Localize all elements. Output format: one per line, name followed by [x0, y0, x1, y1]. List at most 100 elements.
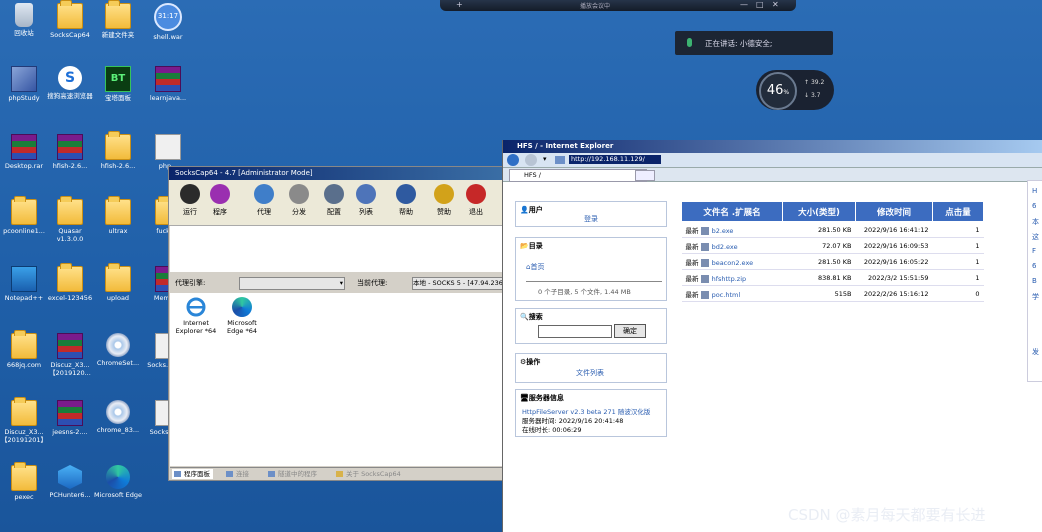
- desktop-icon[interactable]: SocksCap64: [46, 0, 94, 39]
- search-submit-button[interactable]: 确定: [614, 324, 646, 338]
- desktop-icon[interactable]: php...: [144, 134, 192, 170]
- desktop-icon-label: pexec: [14, 493, 34, 501]
- download-speed: ↓ 3.7: [804, 92, 821, 99]
- toolbar-button-8[interactable]: 赞助: [427, 184, 461, 217]
- desktop-icon[interactable]: Microsoft Edge: [94, 465, 142, 499]
- back-icon[interactable]: [507, 154, 519, 166]
- folder-icon: [105, 0, 131, 29]
- toolbar-button-4[interactable]: 分发: [282, 184, 316, 217]
- maximize-button[interactable]: □: [756, 0, 764, 9]
- file-hits: 1: [975, 225, 980, 234]
- file-link[interactable]: poc.html: [712, 291, 741, 299]
- home-link[interactable]: ⌂首页: [526, 262, 544, 272]
- ie-tab-row: HFS /✕: [503, 168, 1042, 182]
- url-input[interactable]: http://192.168.11.129/: [569, 155, 661, 164]
- sockscap-toolbar: 运行 程序 代理 分发 配置 列表 帮助 赞助 退出: [169, 180, 503, 226]
- desktop-icon[interactable]: excel-123456: [46, 263, 94, 302]
- file-hits: 0: [975, 289, 980, 298]
- desktop-icon[interactable]: ChromeSet...: [94, 333, 142, 367]
- file-time: 2022/3/2 15:51:59: [868, 273, 929, 282]
- desktop-icon[interactable]: pcoonline1...: [0, 196, 48, 235]
- folder-icon: [105, 263, 131, 292]
- desktop-icon[interactable]: 31:17 shell.war: [144, 3, 192, 41]
- desktop-icon[interactable]: 回收站: [0, 3, 48, 37]
- add-icon[interactable]: +: [456, 0, 463, 9]
- minimize-button[interactable]: —: [740, 0, 748, 9]
- login-link[interactable]: 登录: [584, 214, 598, 224]
- size-cell: 515B: [782, 285, 856, 302]
- toolbar-button-6[interactable]: 列表: [349, 184, 383, 217]
- side-text: B: [1032, 277, 1037, 285]
- desktop-icon[interactable]: hfish-2.6...: [94, 131, 142, 170]
- tunnel-icon: [268, 471, 275, 477]
- file-size: 515B: [834, 289, 852, 298]
- desktop-icon-label: Notepad++: [4, 294, 44, 302]
- desktop-icon[interactable]: 668jq.com: [0, 330, 48, 369]
- app-internet-explorer[interactable]: Internet Explorer *64: [174, 297, 218, 335]
- new-tab-button[interactable]: [635, 170, 655, 181]
- desktop-icon[interactable]: PCHunter6...: [46, 465, 94, 499]
- col-filename[interactable]: 文件名 .扩展名: [681, 201, 783, 222]
- desktop-icon-label: 新建文件夹: [101, 31, 135, 39]
- new-badge: 最新: [685, 258, 699, 267]
- proxy-engine-select[interactable]: ▾: [239, 277, 345, 290]
- file-link[interactable]: hfshttp.zip: [712, 275, 747, 283]
- size-cell: 838.81 KB: [782, 269, 856, 286]
- desktop-icon[interactable]: Quasar v1.3.0.0: [46, 196, 94, 243]
- desktop-icon[interactable]: pexec: [0, 462, 48, 501]
- user-heading: 👤用户: [520, 205, 543, 215]
- file-link[interactable]: beacon2.exe: [712, 259, 754, 267]
- toolbar-button-3[interactable]: 代理: [247, 184, 281, 217]
- tab-hfs[interactable]: HFS /✕: [509, 169, 647, 182]
- close-button[interactable]: ✕: [772, 0, 779, 9]
- tab-tunneled-programs[interactable]: 隧道中的程序: [266, 469, 320, 479]
- current-proxy-select[interactable]: 本地 - SOCKS 5 - [47.94.236: [412, 277, 503, 290]
- hits-cell: 1: [932, 269, 984, 286]
- toolbar-label: 配置: [327, 208, 341, 216]
- toolbar-button-5[interactable]: 配置: [317, 184, 351, 217]
- side-text: 这: [1032, 233, 1039, 241]
- panel-icon: [174, 471, 181, 477]
- recycle-bin-icon: [15, 3, 33, 27]
- desktop-icon[interactable]: upload: [94, 263, 142, 302]
- desktop-icon[interactable]: BT 宝塔面板: [94, 66, 142, 102]
- toolbar-label: 帮助: [399, 208, 413, 216]
- toolbar-button-2[interactable]: 程序: [203, 184, 237, 217]
- toolbar-button-9[interactable]: 退出: [459, 184, 493, 217]
- col-size[interactable]: 大小(类型): [782, 201, 856, 222]
- desktop-icon[interactable]: Notepad++: [0, 266, 48, 302]
- file-time: 2022/9/16 16:41:12: [863, 225, 929, 234]
- file-link[interactable]: bd2.exe: [712, 243, 738, 251]
- file-list-link[interactable]: 文件列表: [576, 368, 604, 378]
- col-modified[interactable]: 修改时间: [855, 201, 933, 222]
- desktop-icon[interactable]: ultrax: [94, 196, 142, 235]
- desktop-icon[interactable]: jeesns-2....: [46, 400, 94, 436]
- proxy-engine-label: 代理引擎:: [175, 279, 206, 287]
- folder-icon: [11, 196, 37, 225]
- server-uptime: 在线时长: 00:06:29: [522, 426, 582, 434]
- desktop-icon[interactable]: learnjava...: [144, 66, 192, 102]
- file-icon: [700, 290, 709, 299]
- desktop-icon[interactable]: Discuz_X3... 【20191201】: [0, 397, 48, 444]
- desktop-icon[interactable]: phpStudy: [0, 66, 48, 102]
- desktop-icon[interactable]: S 搜狗高速浏览器: [46, 66, 94, 100]
- desktop-icon[interactable]: hfish-2.6...: [46, 134, 94, 170]
- edge-icon: [106, 465, 130, 489]
- desktop-icon-label: ChromeSet...: [96, 359, 140, 367]
- tab-connections[interactable]: 连接: [224, 469, 252, 479]
- tab-about[interactable]: 关于 SocksCap64: [334, 469, 404, 479]
- desktop-icon[interactable]: 新建文件夹: [94, 0, 142, 39]
- toolbar-button-7[interactable]: 帮助: [389, 184, 423, 217]
- search-input[interactable]: [538, 325, 612, 338]
- desktop-icon[interactable]: Desktop.rar: [0, 134, 48, 170]
- col-hits[interactable]: 点击量: [932, 201, 984, 222]
- actions-heading: ⚙操作: [520, 357, 540, 367]
- history-dropdown-icon[interactable]: ▾: [543, 155, 547, 163]
- forward-icon[interactable]: [525, 154, 537, 166]
- desktop-icon[interactable]: chrome_83...: [94, 400, 142, 434]
- toolbar-button-1[interactable]: 运行: [173, 184, 207, 217]
- desktop-icon[interactable]: Discuz_X3... 【2019120...: [46, 333, 94, 377]
- tab-program-panel[interactable]: 程序面板: [172, 469, 213, 479]
- app-microsoft-edge[interactable]: Microsoft Edge *64: [220, 297, 264, 335]
- file-link[interactable]: b2.exe: [712, 227, 734, 235]
